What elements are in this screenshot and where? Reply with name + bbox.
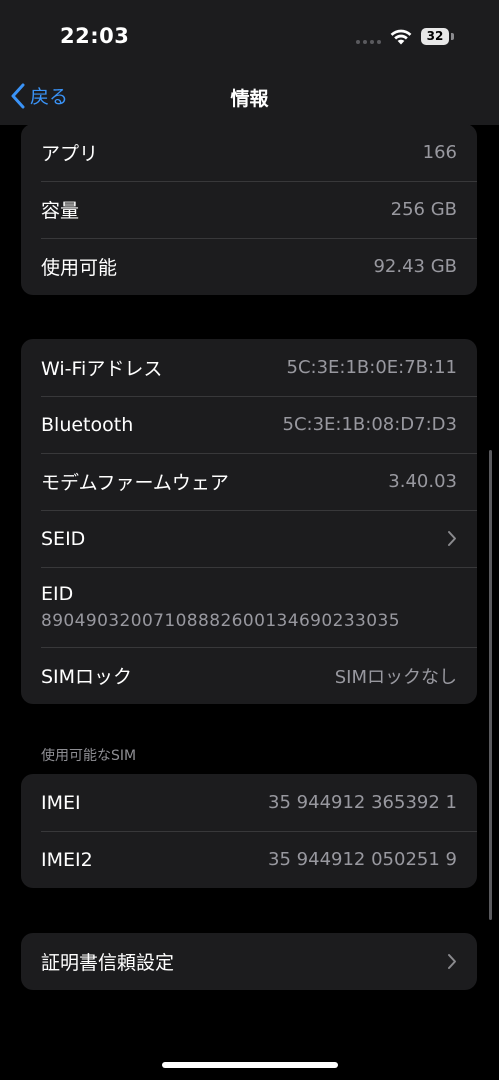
- wifi-address-row: Wi-Fiアドレス 5C:3E:1B:0E:7B:11: [21, 339, 477, 396]
- certificate-group: 証明書信頼設定: [21, 933, 477, 990]
- row-value: 166: [422, 142, 457, 163]
- certificate-trust-settings-row[interactable]: 証明書信頼設定: [21, 933, 477, 990]
- imei-row: IMEI 35 944912 365392 1: [21, 774, 477, 831]
- page-title: 情報: [230, 88, 269, 110]
- row-label: 証明書信頼設定: [41, 952, 175, 974]
- scrollbar[interactable]: [489, 450, 492, 920]
- row-value: 35 944912 365392 1: [268, 792, 457, 813]
- eid-value: 89049032007108882600134690233035: [41, 611, 400, 631]
- row-value: 5C:3E:1B:08:D7:D3: [282, 414, 458, 435]
- back-button-label: 戻る: [30, 86, 69, 108]
- row-value: 3.40.03: [388, 471, 457, 492]
- row-label: IMEI: [41, 791, 81, 814]
- chevron-right-icon: [448, 954, 456, 969]
- seid-row[interactable]: SEID: [21, 510, 477, 567]
- row-label: IMEI2: [41, 848, 93, 871]
- row-label: Bluetooth: [41, 413, 134, 436]
- row-value: 256 GB: [390, 199, 457, 220]
- row-value: 92.43 GB: [373, 256, 457, 277]
- storage-group: アプリ 166 容量 256 GB 使用可能 92.43 GB: [21, 124, 477, 295]
- row-value: 35 944912 050251 9: [268, 849, 457, 870]
- chevron-right-icon: [448, 531, 456, 546]
- row-label: 容量: [41, 200, 80, 222]
- status-time: 22:03: [60, 24, 130, 48]
- modem-firmware-row: モデムファームウェア 3.40.03: [21, 453, 477, 510]
- navigation-bar: 情報 戻る: [0, 70, 499, 125]
- home-indicator[interactable]: [162, 1062, 338, 1068]
- row-label: EID: [41, 583, 74, 605]
- row-label: モデムファームウェア: [41, 472, 229, 494]
- list-item: 容量 256 GB: [21, 181, 477, 238]
- hardware-info-group: Wi-Fiアドレス 5C:3E:1B:0E:7B:11 Bluetooth 5C…: [21, 339, 477, 704]
- row-value: 5C:3E:1B:0E:7B:11: [286, 357, 458, 378]
- sim-group: IMEI 35 944912 365392 1 IMEI2 35 944912 …: [21, 774, 477, 888]
- wifi-icon: [390, 29, 412, 45]
- eid-row: EID 89049032007108882600134690233035: [21, 567, 477, 647]
- section-header: 使用可能なSIM: [41, 748, 137, 764]
- battery-icon: 32: [421, 28, 449, 45]
- row-label: Wi-Fiアドレス: [41, 358, 163, 380]
- row-label: SIMロック: [41, 666, 133, 688]
- list-item: 使用可能 92.43 GB: [21, 238, 477, 295]
- status-bar: 22:03 32: [0, 0, 499, 70]
- row-label: アプリ: [41, 143, 99, 165]
- cellular-signal-icon: [356, 40, 381, 44]
- back-button[interactable]: 戻る: [10, 82, 68, 109]
- list-item: アプリ 166: [21, 124, 477, 181]
- row-value: SIMロックなし: [334, 666, 457, 688]
- battery-nub: [451, 33, 454, 40]
- chevron-left-icon: [11, 83, 25, 108]
- row-label: SEID: [41, 527, 86, 550]
- sim-lock-row: SIMロック SIMロックなし: [21, 647, 477, 704]
- row-label: 使用可能: [41, 257, 118, 279]
- bluetooth-row: Bluetooth 5C:3E:1B:08:D7:D3: [21, 396, 477, 453]
- imei2-row: IMEI2 35 944912 050251 9: [21, 831, 477, 888]
